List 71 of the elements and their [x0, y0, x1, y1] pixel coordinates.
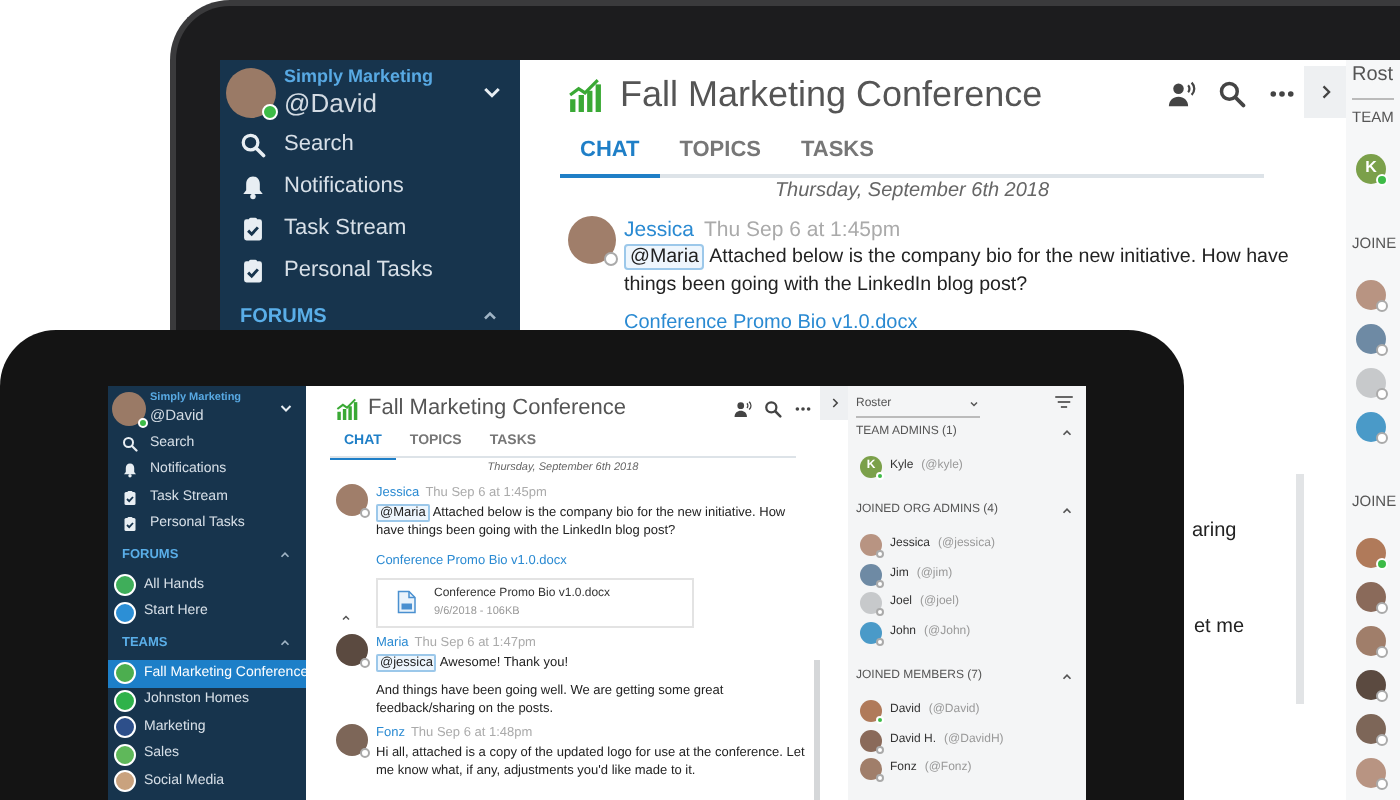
search-icon[interactable]	[764, 399, 782, 417]
avatar	[860, 563, 882, 586]
avatar	[1356, 367, 1386, 397]
author-name[interactable]: Jessica	[624, 216, 695, 244]
chevron-down-icon[interactable]	[278, 400, 294, 416]
avatar	[860, 534, 882, 557]
clipboard-check-icon	[240, 258, 266, 284]
caret-up-icon[interactable]	[278, 548, 292, 562]
channel-title: Fall Marketing Conference	[368, 393, 627, 424]
person-speaking-icon[interactable]	[734, 399, 752, 417]
caret-up-icon[interactable]	[1060, 425, 1074, 439]
lines-icon[interactable]	[1054, 392, 1074, 412]
nav-item[interactable]: Search	[220, 124, 520, 166]
nav-item[interactable]: Personal Tasks	[220, 250, 520, 292]
caret-down-icon	[968, 398, 980, 410]
roster-dropdown[interactable]: Rost	[1352, 60, 1394, 100]
tab[interactable]: TASKS	[781, 133, 894, 174]
user-handle: @David	[284, 90, 379, 116]
avatar	[1356, 625, 1386, 655]
avatar	[860, 592, 882, 615]
tab[interactable]: CHAT	[560, 133, 660, 178]
message-text: et me	[1194, 614, 1245, 642]
clipboard-check-icon	[122, 489, 138, 506]
avatar	[1356, 669, 1386, 699]
avatar	[336, 633, 368, 666]
avatar	[1356, 757, 1386, 787]
search-icon	[122, 435, 138, 452]
avatar	[336, 484, 368, 516]
avatar	[1356, 581, 1386, 611]
nav-item[interactable]: Task Stream	[220, 208, 520, 250]
bell-icon	[240, 174, 266, 200]
chevron-right-icon	[827, 396, 841, 410]
avatar	[336, 723, 368, 756]
nav-item[interactable]: Notifications	[220, 166, 520, 208]
clipboard-check-icon	[240, 216, 266, 242]
caret-up-icon[interactable]	[1060, 504, 1074, 518]
avatar	[860, 729, 882, 752]
bar-chart-icon	[336, 397, 358, 419]
search-icon[interactable]	[1218, 80, 1246, 108]
file-link[interactable]: Conference Promo Bio v1.0.docx	[624, 308, 1304, 338]
avatar	[1356, 279, 1386, 309]
caret-up-icon[interactable]	[1060, 670, 1074, 684]
message-text: @Maria Attached below is the company bio for the new initiative. How have things been going with the LinkedIn blog post?	[624, 244, 1291, 300]
avatar: K	[1356, 153, 1386, 183]
avatar	[1356, 537, 1386, 567]
section-heading: FORUMS	[240, 303, 327, 331]
avatar	[568, 216, 616, 264]
clipboard-check-icon	[122, 516, 138, 533]
person-speaking-icon[interactable]	[1168, 80, 1196, 108]
avatar	[1356, 411, 1386, 441]
workspace-name: Simply Marketing	[284, 68, 434, 86]
message-text: aring	[1192, 518, 1237, 546]
channel-title: Fall Marketing Conference	[620, 71, 1043, 118]
avatar	[1356, 323, 1386, 353]
tab[interactable]: TOPICS	[659, 133, 781, 174]
caret-up-icon[interactable]	[340, 611, 352, 624]
bell-icon	[122, 462, 138, 479]
scrollbar[interactable]	[814, 660, 820, 800]
date-divider: Thursday, September 6th 2018	[772, 178, 1052, 206]
avatar	[860, 758, 882, 781]
avatar	[112, 391, 146, 425]
search-icon	[240, 132, 266, 158]
avatar	[860, 621, 882, 644]
document-icon	[394, 588, 418, 617]
caret-up-icon[interactable]	[278, 636, 292, 650]
avatar	[1356, 713, 1386, 743]
message-time: Thu Sep 6 at 1:45pm	[704, 216, 901, 244]
avatar	[226, 67, 276, 117]
bar-chart-icon	[568, 77, 602, 111]
avatar	[860, 700, 882, 723]
mention-link[interactable]: @Maria	[624, 244, 705, 270]
